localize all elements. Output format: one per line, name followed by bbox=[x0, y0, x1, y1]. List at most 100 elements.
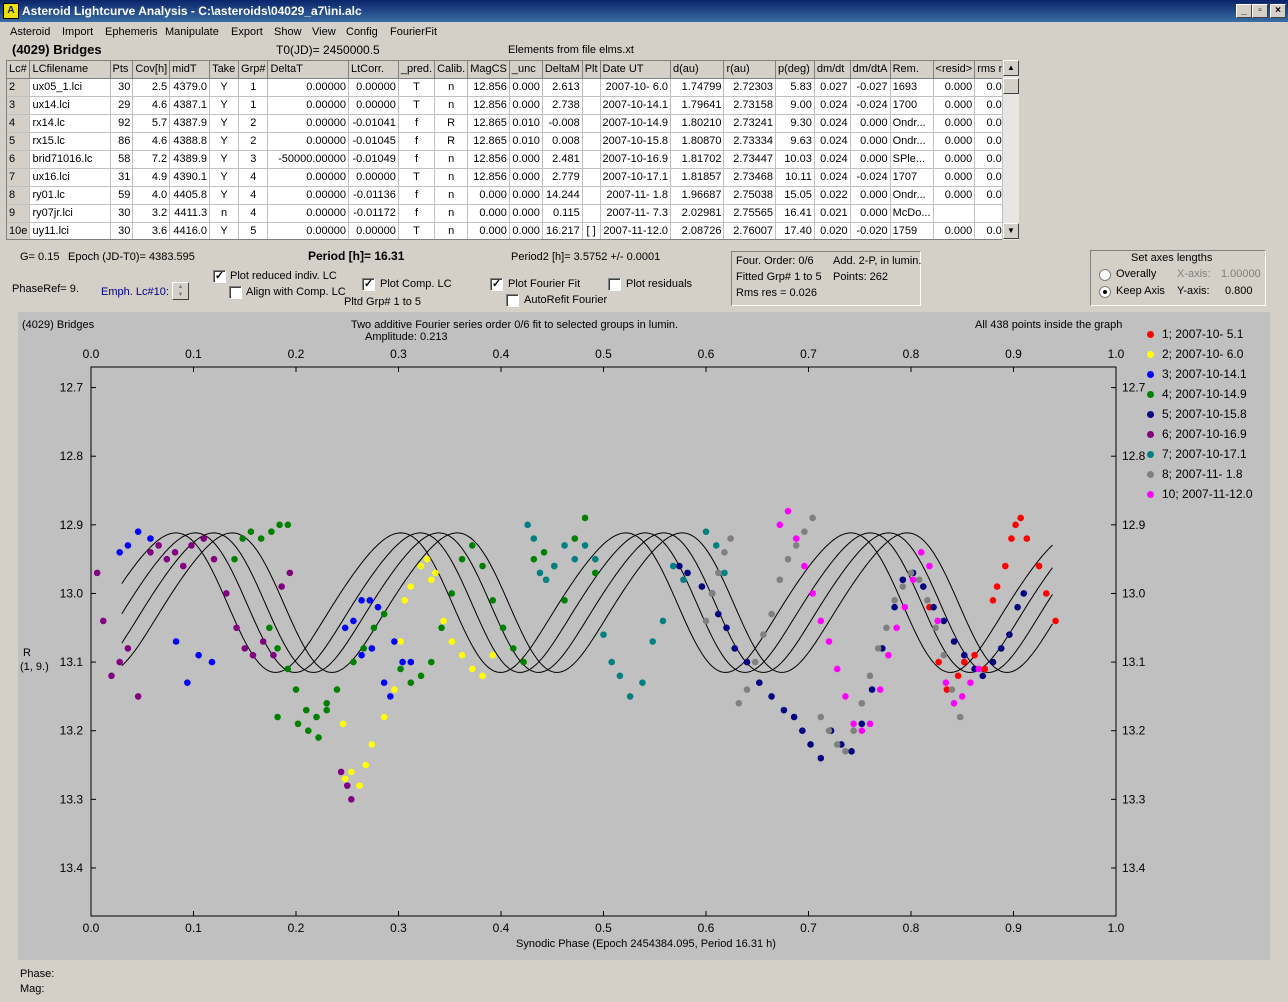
table-cell[interactable]: f bbox=[398, 186, 436, 205]
table-cell[interactable]: 3 bbox=[238, 150, 269, 169]
table-cell[interactable]: 1.81702 bbox=[670, 150, 725, 169]
table-cell[interactable]: ry01.lc bbox=[29, 186, 111, 205]
table-cell[interactable]: 1693 bbox=[890, 78, 934, 97]
table-row[interactable]: 7 ux16.lci 31 4.9 4390.1 Y 4 0.00000 0.00000 Tn 12… bbox=[7, 168, 1017, 187]
table-cell[interactable]: 0.024 bbox=[814, 168, 851, 187]
table-cell[interactable]: 1 bbox=[238, 78, 269, 97]
table-cell[interactable]: 2.613 bbox=[542, 78, 583, 97]
table-cell[interactable]: 6 bbox=[7, 150, 31, 169]
table-cell[interactable]: ux16.lci bbox=[29, 168, 111, 187]
table-cell[interactable]: n bbox=[434, 186, 469, 205]
column-header[interactable]: Grp# bbox=[238, 61, 269, 79]
table-cell[interactable]: 4388.8 bbox=[169, 132, 211, 151]
column-header[interactable]: LCfilename bbox=[29, 61, 111, 79]
table-cell[interactable]: 2.08726 bbox=[670, 222, 725, 239]
table-cell[interactable]: 5.7 bbox=[132, 114, 171, 133]
table-cell[interactable] bbox=[582, 114, 601, 133]
table-cell[interactable]: 4 bbox=[238, 168, 269, 187]
table-cell[interactable]: f bbox=[398, 204, 436, 223]
table-cell[interactable]: Y bbox=[209, 168, 240, 187]
xaxis-value[interactable]: 1.00000 bbox=[1221, 268, 1261, 280]
table-cell[interactable]: 0.000 bbox=[933, 78, 976, 97]
table-cell[interactable]: 0.000 bbox=[509, 186, 543, 205]
table-cell[interactable]: 5 bbox=[238, 222, 269, 239]
table-cell[interactable]: 0.000 bbox=[509, 150, 543, 169]
table-cell[interactable]: 0.000 bbox=[467, 204, 510, 223]
table-cell[interactable]: brid71016.lc bbox=[29, 150, 111, 169]
table-cell[interactable]: 0.000 bbox=[933, 114, 976, 133]
table-cell[interactable]: 0.00000 bbox=[267, 204, 349, 223]
table-cell[interactable]: 4390.1 bbox=[169, 168, 211, 187]
table-cell[interactable]: 7 bbox=[7, 168, 31, 187]
table-cell[interactable]: -0.024 bbox=[850, 96, 891, 115]
table-cell[interactable]: 0.00000 bbox=[267, 168, 349, 187]
minimize-button[interactable]: _ bbox=[1236, 4, 1252, 18]
table-cell[interactable]: Y bbox=[209, 222, 240, 239]
table-cell[interactable] bbox=[582, 204, 601, 223]
table-row[interactable]: 10e uy11.lci 30 3.6 4416.0 Y 5 0.00000 0.00000 Tn… bbox=[7, 222, 1017, 239]
table-scrollbar[interactable]: ▲ ▼ bbox=[1002, 60, 1019, 240]
table-cell[interactable]: ux14.lci bbox=[29, 96, 111, 115]
table-cell[interactable]: 4 bbox=[7, 114, 31, 133]
table-cell[interactable]: 5.83 bbox=[775, 78, 815, 97]
table-cell[interactable]: 0.000 bbox=[467, 186, 510, 205]
table-cell[interactable]: 16.41 bbox=[775, 204, 815, 223]
table-cell[interactable]: 4.6 bbox=[132, 96, 171, 115]
overally-radio[interactable] bbox=[1099, 269, 1111, 281]
scroll-up-icon[interactable]: ▲ bbox=[1003, 60, 1019, 76]
table-cell[interactable]: 0.000 bbox=[933, 222, 976, 239]
table-cell[interactable]: Ondr... bbox=[890, 186, 934, 205]
table-cell[interactable]: 9.00 bbox=[775, 96, 815, 115]
table-cell[interactable]: 2007-11- 1.8 bbox=[600, 186, 672, 205]
table-cell[interactable]: -0.01045 bbox=[348, 132, 399, 151]
table-cell[interactable]: 4416.0 bbox=[169, 222, 211, 239]
align-checkbox[interactable] bbox=[229, 286, 242, 299]
table-cell[interactable]: 2.779 bbox=[542, 168, 583, 187]
table-cell[interactable]: Y bbox=[209, 186, 240, 205]
table-cell[interactable]: 0.00000 bbox=[267, 78, 349, 97]
table-cell[interactable]: Y bbox=[209, 96, 240, 115]
table-cell[interactable]: 0.00000 bbox=[348, 96, 399, 115]
table-cell[interactable]: 3 bbox=[7, 96, 31, 115]
table-cell[interactable]: T bbox=[398, 96, 436, 115]
table-cell[interactable]: Ondr... bbox=[890, 114, 934, 133]
table-cell[interactable]: 0.000 bbox=[467, 222, 510, 239]
table-cell[interactable]: SPle... bbox=[890, 150, 934, 169]
plot-fourier-checkbox[interactable]: ✓ bbox=[490, 278, 503, 291]
table-cell[interactable]: R bbox=[434, 114, 469, 133]
table-cell[interactable] bbox=[933, 204, 976, 223]
scroll-thumb[interactable] bbox=[1003, 78, 1019, 94]
table-cell[interactable]: n bbox=[434, 78, 469, 97]
column-header[interactable]: d(au) bbox=[670, 61, 725, 79]
table-cell[interactable]: 2007-10-14.1 bbox=[600, 96, 672, 115]
table-cell[interactable]: 4411.3 bbox=[169, 204, 211, 223]
table-cell[interactable]: 9.30 bbox=[775, 114, 815, 133]
table-row[interactable]: 8 ry01.lc 59 4.0 4405.8 Y 4 0.00000 -0.01136 f n 0.… bbox=[7, 186, 1017, 205]
table-cell[interactable]: n bbox=[434, 96, 469, 115]
table-cell[interactable]: 0.008 bbox=[542, 132, 583, 151]
table-cell[interactable]: 1.81857 bbox=[670, 168, 725, 187]
table-cell[interactable]: -0.01136 bbox=[348, 186, 399, 205]
close-button[interactable]: × bbox=[1270, 4, 1286, 18]
table-cell[interactable]: 2007-10- 6.0 bbox=[600, 78, 672, 97]
table-cell[interactable]: 29 bbox=[110, 96, 134, 115]
table-cell[interactable]: 2007-11-12.0 bbox=[600, 222, 672, 239]
column-header[interactable]: r(au) bbox=[723, 61, 776, 79]
table-cell[interactable]: 2.73158 bbox=[723, 96, 776, 115]
table-row[interactable]: 4 rx14.lc 92 5.7 4387.9 Y 2 0.00000 -0.01041 f R 12… bbox=[7, 114, 1017, 133]
table-cell[interactable]: 0.021 bbox=[814, 204, 851, 223]
table-cell[interactable]: 0.00000 bbox=[267, 222, 349, 239]
table-cell[interactable]: 9 bbox=[7, 204, 31, 223]
table-cell[interactable]: 12.856 bbox=[467, 168, 510, 187]
column-header[interactable]: Lc# bbox=[7, 61, 31, 79]
table-cell[interactable]: 4.6 bbox=[132, 132, 171, 151]
table-cell[interactable]: uy11.lci bbox=[29, 222, 111, 239]
column-header[interactable]: dm/dt bbox=[814, 61, 851, 79]
table-cell[interactable]: 2007-10-17.1 bbox=[600, 168, 672, 187]
table-cell[interactable] bbox=[582, 150, 601, 169]
table-row[interactable]: 2 ux05_1.lci 30 2.5 4379.0 Y 1 0.00000 0.00000 Tn… bbox=[7, 78, 1017, 97]
menu-manipulate[interactable]: Manipulate bbox=[165, 26, 219, 38]
column-header[interactable]: _unc bbox=[509, 61, 543, 79]
table-cell[interactable]: 0.000 bbox=[509, 204, 543, 223]
table-cell[interactable]: 0.020 bbox=[814, 222, 851, 239]
